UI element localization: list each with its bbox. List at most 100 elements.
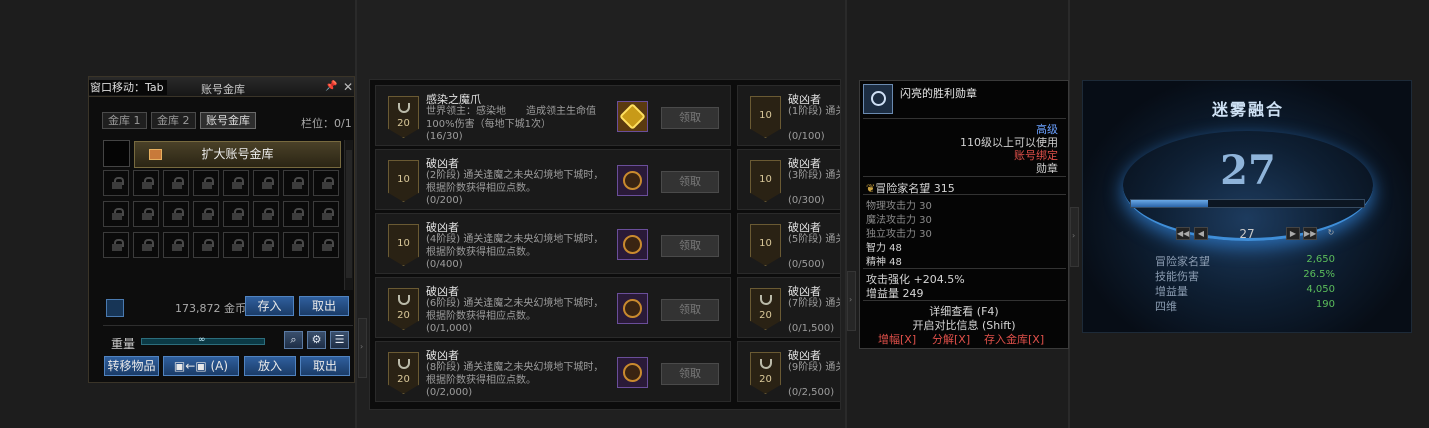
- locked-slot[interactable]: [223, 201, 249, 227]
- fusion-stat-label: 技能伤害: [1155, 270, 1199, 283]
- reward-item-icon[interactable]: [617, 229, 648, 260]
- locked-slot[interactable]: [313, 170, 339, 196]
- fusion-stat-label: 四维: [1155, 300, 1177, 313]
- buff-power: 增益量 249: [866, 287, 924, 300]
- lock-icon: [322, 208, 334, 220]
- achievement-point-badge: 20: [750, 352, 781, 394]
- claim-button[interactable]: 领取: [661, 363, 719, 385]
- achievement-progress: (0/2,500): [788, 387, 835, 398]
- tab-vault-2[interactable]: 金库 2: [151, 112, 196, 129]
- locked-slot[interactable]: [133, 201, 159, 227]
- reward-item-icon[interactable]: [617, 293, 648, 324]
- reward-item-icon[interactable]: [617, 165, 648, 196]
- list-button[interactable]: ☰: [330, 331, 349, 349]
- medal-item-icon: [863, 84, 893, 114]
- next-level-button[interactable]: ▶: [1286, 227, 1300, 240]
- auto-transfer-button[interactable]: ▣←▣ (A): [163, 356, 239, 376]
- title-bar[interactable]: 窗口移动：Tab 账号金库 📌 ✕: [89, 77, 354, 97]
- search-button[interactable]: ⌕: [284, 331, 303, 349]
- locked-slot[interactable]: [223, 232, 249, 258]
- reward-emblem: [623, 171, 642, 190]
- window-move-hint: 窗口移动：Tab: [89, 80, 167, 95]
- scrollbar-thumb[interactable]: [346, 150, 352, 278]
- lock-icon: [142, 239, 154, 251]
- last-level-button[interactable]: ▶▶: [1303, 227, 1317, 240]
- list-icon: ☰: [334, 333, 345, 346]
- achievement-description: (9阶段) 通关城时，根据: [788, 362, 840, 373]
- claim-button[interactable]: 领取: [661, 171, 719, 193]
- reset-icon[interactable]: ↻: [1324, 227, 1338, 240]
- stat-line: 智力 48: [866, 243, 902, 254]
- achievement-row: 20 破凶者 (8阶段) 通关逢魔之未央幻境地下城时，根据阶数获得相应点数。 (0/2…: [375, 341, 731, 402]
- achievement-list-panel: 20 感染之魔爪 世界领主：感染地 造成领主生命值100%伤害（每地下城1次） (16…: [369, 79, 841, 410]
- locked-slot[interactable]: [103, 232, 129, 258]
- claim-button[interactable]: 领取: [661, 235, 719, 257]
- locked-slot[interactable]: [193, 201, 219, 227]
- lock-icon: [172, 177, 184, 189]
- vault-slot-empty[interactable]: [103, 140, 130, 167]
- close-icon[interactable]: ✕: [343, 80, 353, 94]
- achievement-point-badge: 20: [750, 288, 781, 330]
- vault-scrollbar[interactable]: [344, 140, 353, 290]
- tab-account-vault[interactable]: 账号金库: [200, 112, 256, 129]
- weight-infinity: ∞: [198, 335, 206, 345]
- achievement-point-badge: 10: [388, 160, 419, 202]
- store-in-vault-hint[interactable]: 存入金库[X]: [984, 331, 1044, 347]
- locked-slot[interactable]: [223, 170, 249, 196]
- locked-slot[interactable]: [103, 201, 129, 227]
- locked-slot[interactable]: [253, 170, 279, 196]
- locked-slot[interactable]: [103, 170, 129, 196]
- amplify-hint[interactable]: 增幅[X]: [878, 331, 916, 347]
- reward-item-icon[interactable]: [617, 357, 648, 388]
- locked-slot[interactable]: [193, 170, 219, 196]
- locked-slot[interactable]: [313, 232, 339, 258]
- badge-points: 10: [759, 174, 772, 185]
- take-out-button[interactable]: 取出: [300, 356, 350, 376]
- achievement-point-badge: 10: [750, 224, 781, 266]
- claim-button[interactable]: 领取: [661, 299, 719, 321]
- gold-pouch-icon[interactable]: [106, 299, 124, 317]
- withdraw-gold-button[interactable]: 取出: [299, 296, 349, 316]
- locked-slot[interactable]: [163, 201, 189, 227]
- prev-level-button[interactable]: ◀: [1194, 227, 1208, 240]
- achievement-description: (6阶段) 通关逢魔之未央幻境地下城时，根据阶数获得相应点数。: [426, 298, 604, 322]
- achievement-progress: (0/300): [788, 195, 825, 206]
- claim-button[interactable]: 领取: [661, 107, 719, 129]
- locked-slot[interactable]: [283, 201, 309, 227]
- divider: [863, 118, 1066, 119]
- divider: [103, 325, 353, 326]
- lock-icon: [232, 208, 244, 220]
- first-level-button[interactable]: ◀◀: [1176, 227, 1190, 240]
- locked-slot[interactable]: [283, 170, 309, 196]
- fusion-progress-bar: [1130, 199, 1365, 208]
- achievement-progress: (0/200): [426, 195, 463, 206]
- fusion-stat-label: 增益量: [1155, 285, 1188, 298]
- achievement-progress: (0/100): [788, 131, 825, 142]
- locked-slot[interactable]: [133, 170, 159, 196]
- panel-expand-handle[interactable]: ›: [1070, 207, 1079, 267]
- reward-item-icon[interactable]: [617, 101, 648, 132]
- locked-slot[interactable]: [313, 201, 339, 227]
- achievement-row: 10破凶者(3阶段) 通关城时，根据(0/300): [737, 149, 840, 210]
- locked-slot[interactable]: [163, 232, 189, 258]
- tab-vault-1[interactable]: 金库 1: [102, 112, 147, 129]
- double-chevron-left-icon: ◀◀: [1177, 229, 1190, 238]
- expand-vault-button[interactable]: 扩大账号金库: [134, 141, 341, 168]
- divider: [863, 268, 1066, 269]
- panel-expand-handle[interactable]: ›: [358, 318, 367, 378]
- panel-expand-handle[interactable]: ›: [847, 271, 856, 331]
- locked-slot[interactable]: [193, 232, 219, 258]
- locked-slot[interactable]: [253, 201, 279, 227]
- deposit-gold-button[interactable]: 存入: [245, 296, 294, 316]
- put-in-button[interactable]: 放入: [244, 356, 296, 376]
- locked-slot[interactable]: [283, 232, 309, 258]
- disassemble-hint[interactable]: 分解[X]: [932, 331, 970, 347]
- pin-icon[interactable]: 📌: [325, 81, 337, 92]
- settings-button[interactable]: ⚙: [307, 331, 326, 349]
- locked-slot[interactable]: [133, 232, 159, 258]
- locked-slot[interactable]: [253, 232, 279, 258]
- achievement-point-badge: 20: [388, 96, 419, 138]
- transfer-items-button[interactable]: 转移物品: [104, 356, 159, 376]
- reward-emblem: [623, 235, 642, 254]
- locked-slot[interactable]: [163, 170, 189, 196]
